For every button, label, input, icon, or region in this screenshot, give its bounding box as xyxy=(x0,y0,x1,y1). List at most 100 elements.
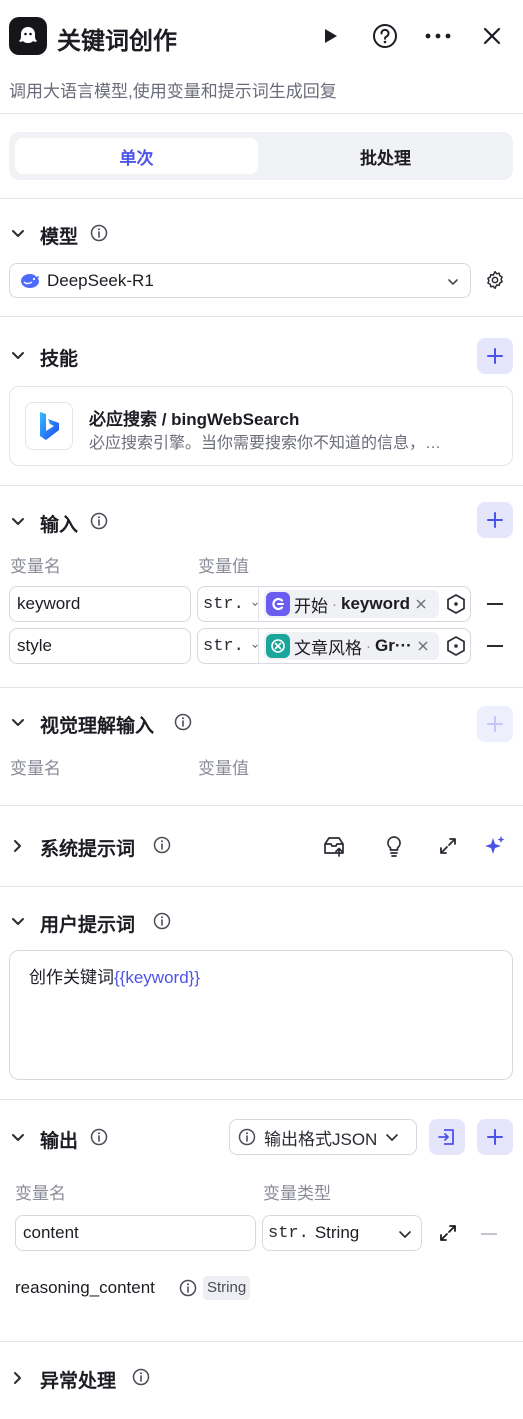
variable-picker-icon[interactable] xyxy=(445,635,467,657)
style-node-icon xyxy=(266,634,290,658)
model-select-value: DeepSeek-R1 xyxy=(47,270,154,290)
type-name: String xyxy=(314,1223,360,1242)
model-settings-button[interactable] xyxy=(484,269,506,291)
type-select[interactable]: str. xyxy=(198,629,259,663)
model-select[interactable]: DeepSeek-R1 xyxy=(9,263,471,298)
chevron-down-icon xyxy=(448,279,458,285)
page-title: 关键词创作 xyxy=(57,28,177,55)
remove-output-button[interactable] xyxy=(481,1233,497,1235)
tab-single[interactable]: 单次 xyxy=(15,138,258,174)
gear-icon xyxy=(487,270,503,290)
divider xyxy=(0,1099,523,1100)
chevron-down-icon[interactable] xyxy=(10,514,26,530)
add-vision-input-button[interactable] xyxy=(477,706,513,742)
ai-optimize-button[interactable] xyxy=(482,833,508,859)
add-skill-button[interactable] xyxy=(477,338,513,374)
type-prefix: str. xyxy=(268,1223,309,1243)
info-icon[interactable] xyxy=(132,1368,150,1386)
add-input-button[interactable] xyxy=(477,502,513,538)
ref-node-name: 开始 xyxy=(294,596,328,616)
divider xyxy=(0,113,523,114)
section-title-inputs: 输入 xyxy=(40,515,79,536)
chevron-down-icon[interactable] xyxy=(10,914,26,930)
bing-icon xyxy=(40,412,59,440)
ref-var-name: Gr··· xyxy=(375,636,412,655)
input-var-name-value: keyword xyxy=(17,594,81,613)
type-prefix: str. xyxy=(203,636,244,656)
import-output-button[interactable] xyxy=(429,1119,465,1155)
remove-input-button[interactable] xyxy=(487,645,503,647)
ref-sep: · xyxy=(332,595,337,613)
divider xyxy=(0,1341,523,1342)
expand-icon xyxy=(440,838,456,854)
more-button[interactable] xyxy=(424,24,452,48)
ref-sep: · xyxy=(366,637,371,655)
info-icon[interactable] xyxy=(179,1279,197,1297)
chevron-down-icon[interactable] xyxy=(10,715,26,731)
chevron-right-icon[interactable] xyxy=(10,838,26,854)
info-icon[interactable] xyxy=(153,836,171,854)
variable-picker-icon[interactable] xyxy=(445,593,467,615)
sparkle-icon xyxy=(485,836,505,854)
chevron-right-icon[interactable] xyxy=(10,1370,26,1386)
skill-description: 必应搜索引擎。当你需要搜索你不知道的信息，… xyxy=(89,435,442,452)
variable-ref-tag[interactable]: 文章风格 · Gr··· xyxy=(264,632,439,660)
deepseek-icon xyxy=(21,273,39,288)
output-format-select[interactable]: 输出格式JSON xyxy=(229,1119,417,1155)
chevron-down-icon xyxy=(252,644,258,648)
close-icon xyxy=(483,27,501,45)
expand-output-button[interactable] xyxy=(437,1222,459,1244)
ref-node-name: 文章风格 xyxy=(294,638,362,658)
section-title-model: 模型 xyxy=(40,227,79,248)
reasoning-output-name: reasoning_content xyxy=(15,1278,155,1297)
add-output-button[interactable] xyxy=(477,1119,513,1155)
node-logo xyxy=(9,17,47,55)
info-icon[interactable] xyxy=(90,1128,108,1146)
remove-input-button[interactable] xyxy=(487,603,503,605)
input-var-name-value: style xyxy=(17,636,52,655)
tab-batch-label: 批处理 xyxy=(360,148,411,168)
info-icon[interactable] xyxy=(153,912,171,930)
lightbulb-icon xyxy=(387,836,401,857)
user-prompt-editor[interactable]: 创作关键词{{keyword}} xyxy=(9,950,513,1080)
skill-card[interactable]: 必应搜索 / bingWebSearch 必应搜索引擎。当你需要搜索你不知道的信… xyxy=(9,386,513,466)
chevron-down-icon[interactable] xyxy=(10,1130,26,1146)
output-var-name[interactable]: content xyxy=(15,1215,256,1251)
chevron-down-icon[interactable] xyxy=(10,226,26,242)
variable-ref-tag[interactable]: 开始 · keyword xyxy=(264,590,439,618)
info-icon[interactable] xyxy=(90,224,108,242)
info-icon[interactable] xyxy=(90,512,108,530)
remove-tag-icon[interactable] xyxy=(418,641,428,651)
output-type-select[interactable]: str. String xyxy=(262,1215,422,1251)
plus-icon xyxy=(487,348,503,364)
library-upload-icon xyxy=(324,837,344,857)
input-var-name[interactable]: keyword xyxy=(9,586,191,622)
expand-icon xyxy=(440,1225,456,1241)
close-button[interactable] xyxy=(480,24,504,48)
expand-system-prompt-button[interactable] xyxy=(436,834,460,858)
input-var-value[interactable]: str. 文章风格 · Gr··· xyxy=(197,628,471,664)
col-label-name: 变量名 xyxy=(10,759,61,778)
section-title-user-prompt: 用户提示词 xyxy=(40,915,136,936)
tab-batch[interactable]: 批处理 xyxy=(264,138,507,174)
prompt-tips-button[interactable] xyxy=(382,834,406,858)
type-select[interactable]: str. xyxy=(198,587,259,621)
help-button[interactable] xyxy=(371,22,399,50)
col-label-type: 变量类型 xyxy=(263,1184,331,1203)
output-format-value: 输出格式JSON xyxy=(264,1129,378,1149)
play-icon xyxy=(325,29,337,43)
info-icon xyxy=(238,1128,256,1146)
skill-title: 必应搜索 / bingWebSearch xyxy=(89,410,300,429)
help-icon xyxy=(373,24,397,48)
info-icon[interactable] xyxy=(174,713,192,731)
input-var-name[interactable]: style xyxy=(9,628,191,664)
node-description: 调用大语言模型,使用变量和提示词生成回复 xyxy=(9,82,337,101)
input-var-value[interactable]: str. 开始 · keyword xyxy=(197,586,471,622)
chevron-down-icon[interactable] xyxy=(10,348,26,364)
more-dots-icon xyxy=(425,33,451,39)
section-title-output: 输出 xyxy=(40,1131,79,1152)
chevron-down-icon xyxy=(399,1231,411,1238)
run-button[interactable] xyxy=(318,24,342,48)
remove-tag-icon[interactable] xyxy=(416,599,426,609)
prompt-library-button[interactable] xyxy=(321,834,347,858)
